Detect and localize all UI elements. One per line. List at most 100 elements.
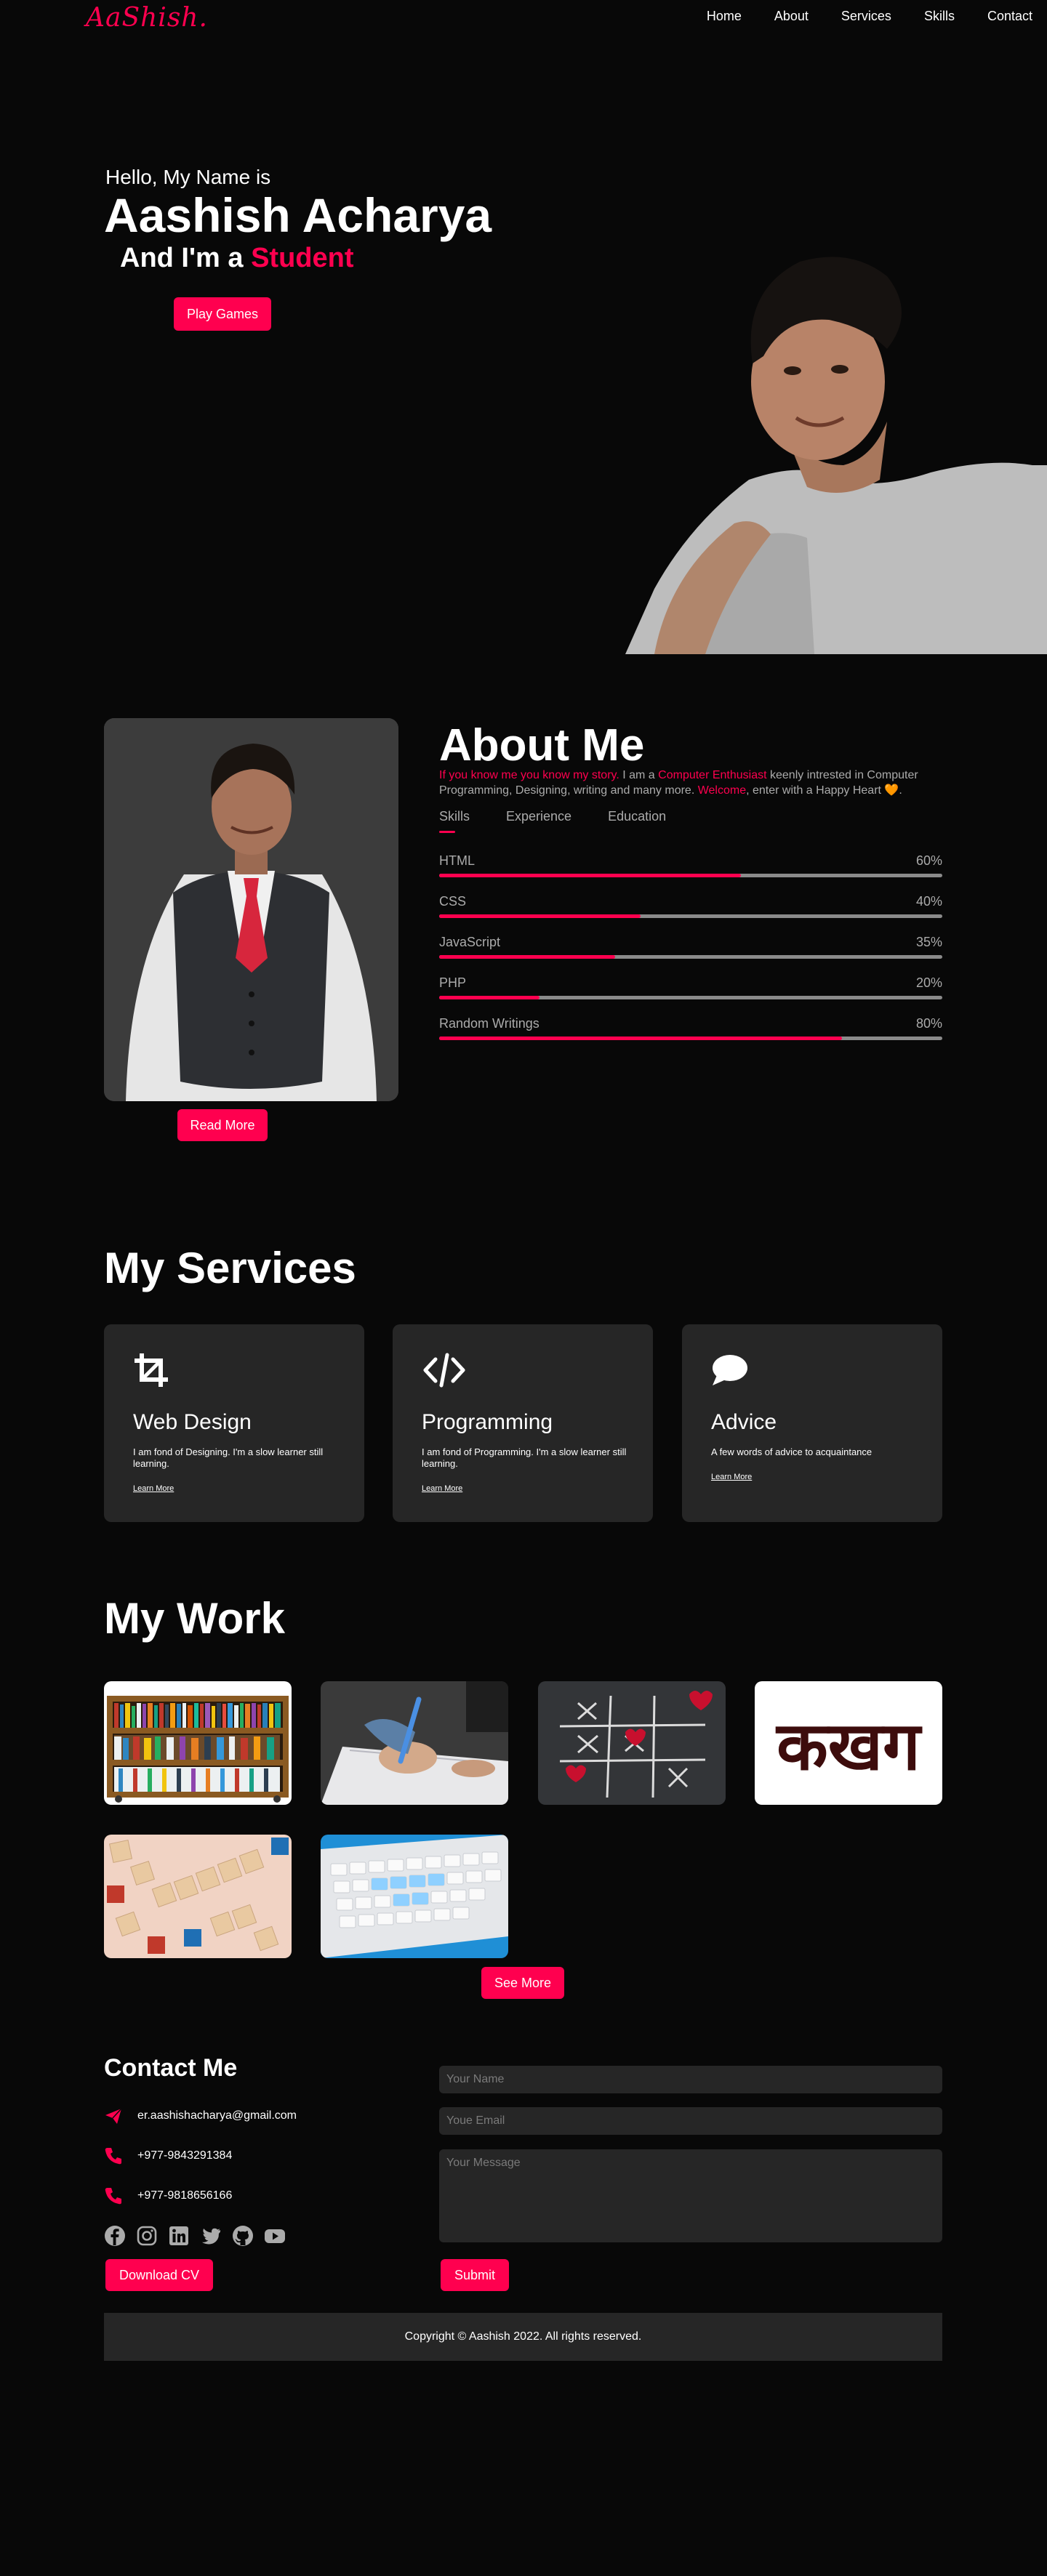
about-title: About Me bbox=[439, 720, 645, 770]
about-text-highlight-1: If you know me you know my story. bbox=[439, 769, 619, 781]
skill-bar bbox=[439, 914, 942, 918]
tab-experience[interactable]: Experience bbox=[506, 809, 571, 824]
skill-row: PHP 20% bbox=[439, 975, 942, 1016]
service-description: I am fond of Designing. I'm a slow learn… bbox=[133, 1446, 324, 1469]
twitter-icon[interactable] bbox=[200, 2225, 222, 2247]
nav-links: Home About Services Skills Contact bbox=[674, 9, 1032, 24]
code-icon bbox=[423, 1353, 465, 1388]
comment-icon bbox=[713, 1355, 747, 1385]
skill-bar-fill bbox=[439, 996, 540, 999]
facebook-icon[interactable] bbox=[104, 2225, 126, 2247]
social-links bbox=[104, 2225, 286, 2247]
service-card-programming: Programming I am fond of Programming. I'… bbox=[393, 1324, 653, 1522]
submit-button[interactable]: Submit bbox=[441, 2259, 509, 2291]
learn-more-link[interactable]: Learn More bbox=[133, 1484, 174, 1493]
skill-bar bbox=[439, 1037, 942, 1040]
read-more-button[interactable]: Read More bbox=[177, 1109, 268, 1141]
skill-percent: 80% bbox=[915, 1016, 942, 1031]
skill-bar-fill bbox=[439, 1037, 842, 1040]
tab-education[interactable]: Education bbox=[608, 809, 666, 824]
skill-name: CSS bbox=[439, 894, 467, 909]
message-textarea[interactable] bbox=[439, 2149, 942, 2242]
nav-link-services[interactable]: Services bbox=[841, 9, 891, 24]
hero-greeting: Hello, My Name is bbox=[105, 166, 271, 188]
name-input[interactable] bbox=[439, 2066, 942, 2093]
about-portrait bbox=[104, 718, 398, 1101]
about-text-highlight-3: Welcome bbox=[697, 784, 747, 797]
skill-name: Random Writings bbox=[439, 1016, 539, 1031]
skill-row: HTML 60% bbox=[439, 853, 942, 894]
skill-bar-fill bbox=[439, 874, 742, 877]
paper-plane-icon bbox=[105, 2108, 122, 2124]
work-item-bookshelf[interactable] bbox=[104, 1681, 292, 1805]
skill-percent: 35% bbox=[915, 935, 942, 949]
contact-phone-row: +977-9818656166 bbox=[104, 2186, 232, 2205]
work-item-scrabble[interactable] bbox=[104, 1835, 292, 1958]
nav-link-home[interactable]: Home bbox=[707, 9, 742, 24]
work-item-devanagari[interactable]: कखग bbox=[755, 1681, 942, 1805]
github-icon[interactable] bbox=[232, 2225, 254, 2247]
work-title: My Work bbox=[104, 1594, 285, 1643]
skills-list: HTML 60% CSS 40% JavaScript 35% PHP 20% … bbox=[439, 853, 942, 1057]
nav-link-contact[interactable]: Contact bbox=[987, 9, 1032, 24]
top-nav: AaShish. Home About Services Skills Cont… bbox=[0, 0, 1047, 35]
skill-percent: 60% bbox=[915, 853, 942, 868]
service-card-advice: Advice A few words of advice to acquaint… bbox=[682, 1324, 942, 1522]
about-tabs: Skills Experience Education bbox=[439, 809, 666, 833]
about-text-part-6: , enter with a Happy Heart 🧡. bbox=[746, 784, 902, 797]
see-more-button[interactable]: See More bbox=[481, 1967, 564, 1999]
skill-percent: 40% bbox=[915, 894, 942, 909]
linkedin-icon[interactable] bbox=[168, 2225, 190, 2247]
play-games-button[interactable]: Play Games bbox=[174, 297, 271, 331]
work-item-writing[interactable] bbox=[321, 1681, 508, 1805]
skill-bar-fill bbox=[439, 914, 641, 918]
skill-name: PHP bbox=[439, 975, 467, 990]
about-text-highlight-2: Computer Enthusiast bbox=[658, 769, 767, 781]
skill-name: JavaScript bbox=[439, 935, 501, 949]
devanagari-letters: कखग bbox=[777, 1707, 920, 1785]
about-description: If you know me you know my story. I am a… bbox=[439, 768, 948, 798]
crop-icon bbox=[135, 1353, 168, 1387]
contact-email-row: er.aashishacharya@gmail.com bbox=[104, 2106, 297, 2125]
skill-bar bbox=[439, 996, 942, 999]
tab-skills[interactable]: Skills bbox=[439, 809, 470, 833]
skill-percent: 20% bbox=[915, 975, 942, 990]
nav-link-about[interactable]: About bbox=[774, 9, 809, 24]
skill-name: HTML bbox=[439, 853, 475, 868]
skill-row: Random Writings 80% bbox=[439, 1016, 942, 1057]
service-title: Web Design bbox=[133, 1410, 252, 1434]
nav-link-skills[interactable]: Skills bbox=[924, 9, 955, 24]
service-card-web-design: Web Design I am fond of Designing. I'm a… bbox=[104, 1324, 364, 1522]
contact-phone-2[interactable]: +977-9818656166 bbox=[137, 2189, 232, 2202]
skill-row: JavaScript 35% bbox=[439, 935, 942, 975]
hero-role: And I'm a Student bbox=[120, 243, 354, 274]
contact-phone-row: +977-9843291384 bbox=[104, 2146, 232, 2165]
hero-role-prefix: And I'm a bbox=[120, 243, 244, 273]
services-title: My Services bbox=[104, 1244, 356, 1292]
phone-icon bbox=[105, 2148, 121, 2165]
instagram-icon[interactable] bbox=[136, 2225, 158, 2247]
learn-more-link[interactable]: Learn More bbox=[422, 1484, 462, 1493]
copyright-text: Copyright © Aashish 2022. All rights res… bbox=[404, 2330, 642, 2343]
hero-portrait bbox=[625, 247, 1047, 654]
learn-more-link[interactable]: Learn More bbox=[711, 1473, 752, 1481]
youtube-icon[interactable] bbox=[264, 2225, 286, 2247]
download-cv-button[interactable]: Download CV bbox=[105, 2259, 213, 2291]
service-title: Advice bbox=[711, 1410, 777, 1434]
service-description: I am fond of Programming. I'm a slow lea… bbox=[422, 1446, 627, 1469]
work-item-keyboard[interactable] bbox=[321, 1835, 508, 1958]
email-input[interactable] bbox=[439, 2107, 942, 2135]
skill-bar bbox=[439, 955, 942, 959]
work-item-tic-tac-toe[interactable] bbox=[538, 1681, 726, 1805]
about-text-part-2: I am a bbox=[619, 769, 659, 781]
skill-row: CSS 40% bbox=[439, 894, 942, 935]
contact-phone-1[interactable]: +977-9843291384 bbox=[137, 2149, 232, 2162]
skill-bar bbox=[439, 874, 942, 877]
hero-name: Aashish Acharya bbox=[104, 188, 492, 242]
site-logo[interactable]: AaShish. bbox=[86, 3, 208, 33]
contact-email[interactable]: er.aashishacharya@gmail.com bbox=[137, 2109, 297, 2122]
service-description: A few words of advice to acquaintance bbox=[711, 1446, 872, 1457]
contact-title: Contact Me bbox=[104, 2054, 238, 2082]
footer: Copyright © Aashish 2022. All rights res… bbox=[104, 2313, 942, 2361]
hero-role-highlight: Student bbox=[251, 243, 354, 273]
